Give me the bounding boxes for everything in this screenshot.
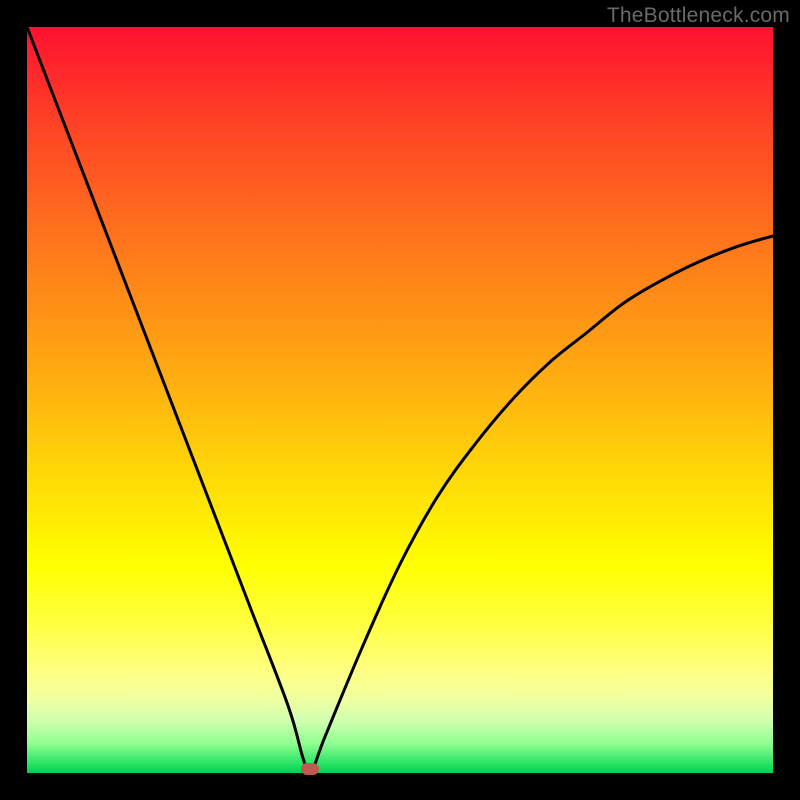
watermark-text: TheBottleneck.com: [607, 4, 790, 28]
minimum-marker: [301, 763, 319, 775]
curve-svg: [27, 27, 773, 773]
bottleneck-curve: [27, 27, 773, 773]
chart-frame: TheBottleneck.com: [0, 0, 800, 800]
plot-area: [27, 27, 773, 773]
